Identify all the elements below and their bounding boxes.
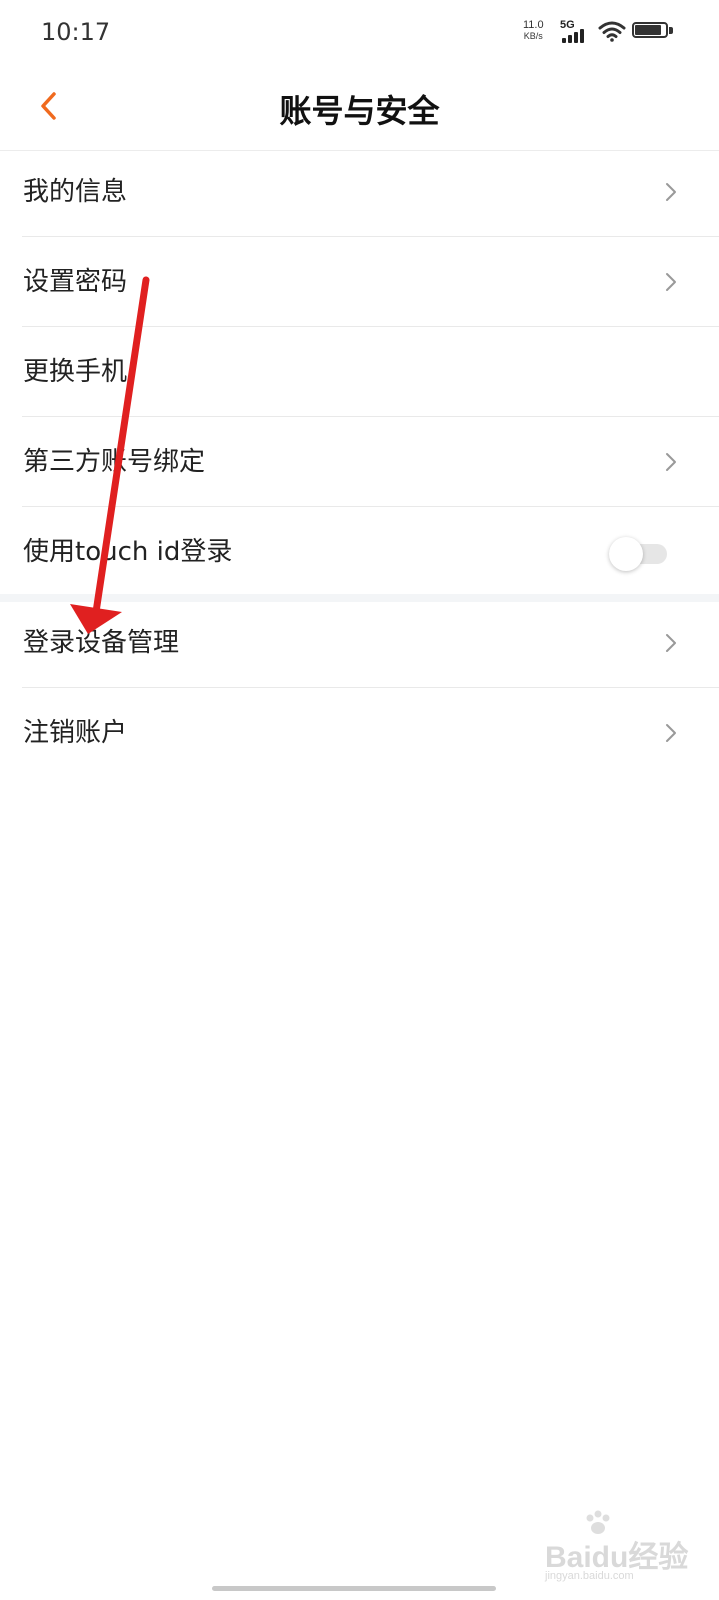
settings-item-set-password[interactable]: 设置密码 [0, 237, 719, 327]
settings-item-touch-id: 使用touch id登录 [0, 507, 719, 597]
cellular-signal-icon: 5G [560, 19, 590, 43]
settings-item-label: 更换手机 [23, 357, 128, 387]
battery-icon [632, 22, 674, 40]
home-indicator[interactable] [212, 1586, 496, 1591]
status-bar: 10:17 11.0 KB/s 5G [0, 0, 719, 66]
toggle-knob [609, 537, 643, 571]
settings-item-label: 登录设备管理 [23, 628, 180, 658]
settings-group-device: 登录设备管理 注销账户 [0, 598, 719, 778]
chevron-right-icon [666, 453, 676, 471]
settings-item-device-management[interactable]: 登录设备管理 [0, 598, 719, 688]
settings-group-account: 我的信息 设置密码 更换手机 第三方账号绑定 使用touch id登录 [0, 147, 719, 597]
page-title: 账号与安全 [279, 92, 440, 130]
battery-level-fill [635, 25, 661, 35]
network-type-label: 5G [560, 19, 575, 31]
settings-item-label: 设置密码 [23, 267, 128, 297]
watermark-subtext: jingyan.baidu.com [545, 1570, 634, 1582]
baidu-watermark: Baidu经验 jingyan.baidu.com [545, 1510, 695, 1590]
settings-item-label: 使用touch id登录 [23, 537, 233, 567]
chevron-right-icon [666, 634, 676, 652]
settings-item-label: 注销账户 [23, 718, 128, 748]
settings-item-label: 我的信息 [23, 177, 128, 207]
settings-item-third-party-binding[interactable]: 第三方账号绑定 [0, 417, 719, 507]
chevron-right-icon [666, 724, 676, 742]
chevron-right-icon [666, 183, 676, 201]
touch-id-toggle[interactable] [609, 537, 671, 571]
status-time: 10:17 [41, 18, 111, 46]
settings-item-label: 第三方账号绑定 [23, 447, 206, 477]
settings-item-my-info[interactable]: 我的信息 [0, 147, 719, 237]
nav-bar: 账号与安全 [0, 66, 719, 151]
settings-item-change-phone[interactable]: 更换手机 [0, 327, 719, 417]
network-speed: 11.0 KB/s [523, 20, 544, 42]
network-speed-value: 11.0 [523, 19, 544, 31]
settings-item-delete-account[interactable]: 注销账户 [0, 688, 719, 778]
wifi-icon [598, 21, 626, 42]
network-speed-unit: KB/s [523, 31, 543, 41]
chevron-right-icon [666, 273, 676, 291]
